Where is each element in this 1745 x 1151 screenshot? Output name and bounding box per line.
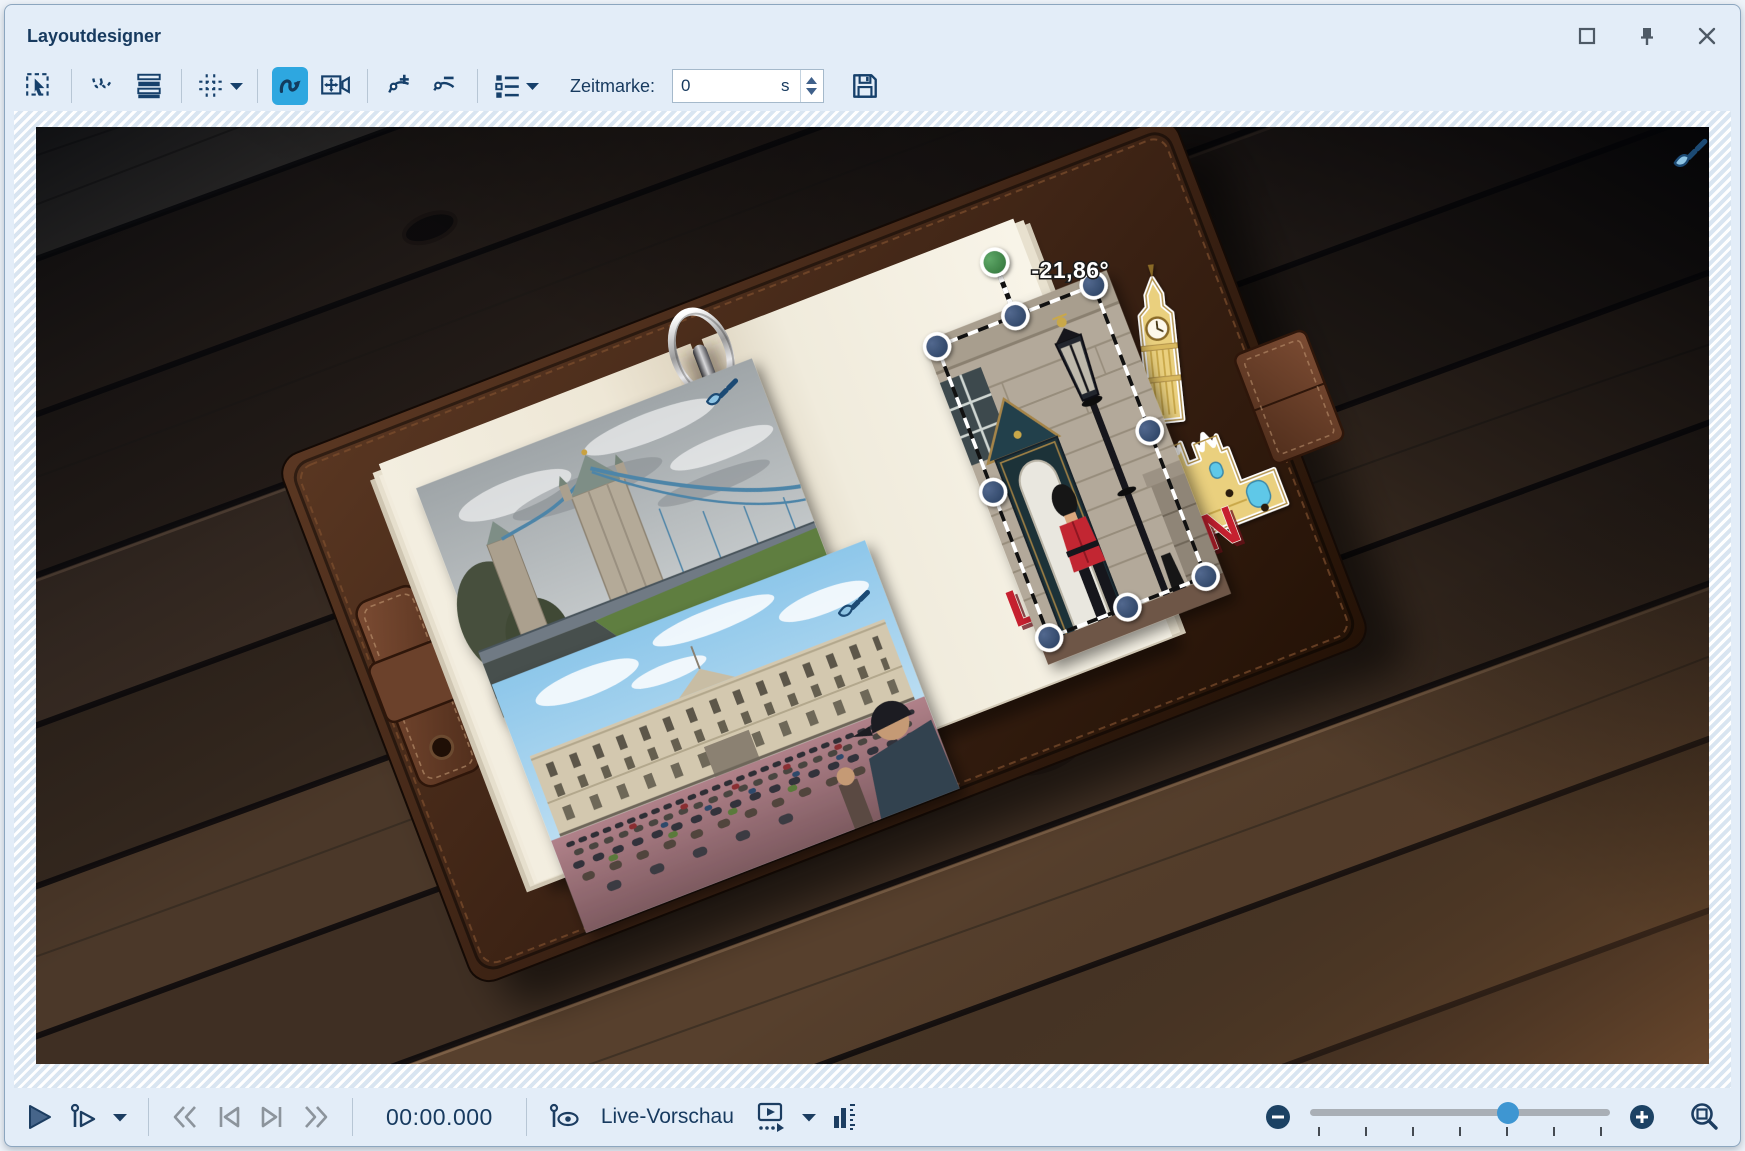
zeitmarke-label: Zeitmarke: [570,76,655,97]
add-curve-point-button[interactable] [382,67,418,105]
rotation-angle-label: -21,86° [1031,257,1109,283]
chevron-down-icon [802,1113,816,1122]
select-tool-button[interactable] [21,67,57,105]
live-preview-pin-eye-icon [548,1103,580,1131]
play-from-timemark-button[interactable] [68,1103,98,1131]
grid-tool-button[interactable] [196,67,243,105]
motion-path-icon [275,71,305,101]
save-icon [850,71,880,101]
zeitmarke-input[interactable] [673,70,781,102]
transport-separator [148,1098,149,1136]
pin-icon [1636,25,1658,47]
skip-to-end-icon [301,1103,331,1131]
toolbar: Zeitmarke: s [5,61,1740,111]
grid-icon [196,71,226,101]
select-tool-icon [24,71,54,101]
play-options-dropdown[interactable] [113,1113,127,1122]
pin-button[interactable] [1634,23,1660,49]
save-button[interactable] [847,67,883,105]
path-edit-tool-button[interactable] [86,67,122,105]
zoom-out-button[interactable] [1264,1103,1292,1131]
toolbar-separator [367,69,368,103]
window-title: Layoutdesigner [27,26,161,47]
chevron-down-icon [113,1113,127,1122]
toolbar-separator [181,69,182,103]
chevron-down-icon [526,82,539,91]
add-curve-point-icon [385,71,415,101]
layer-rows-tool-button[interactable] [131,67,167,105]
transport-separator [526,1098,527,1136]
layout-canvas[interactable]: LONDON LONDON [36,127,1709,1064]
skip-to-start-icon [170,1103,200,1131]
zoom-slider-track[interactable] [1310,1109,1610,1116]
render-preview-icon [755,1102,787,1132]
play-button[interactable] [25,1103,53,1131]
path-edit-icon [89,71,119,101]
motion-path-tool-button[interactable] [272,67,308,105]
zoom-fit-button[interactable] [1688,1101,1720,1133]
titlebar: Layoutdesigner [5,5,1740,61]
zoom-out-icon [1264,1103,1292,1131]
skip-to-start-button[interactable] [170,1103,200,1131]
toolbar-separator [71,69,72,103]
chevron-down-icon [230,82,243,91]
previous-frame-button[interactable] [215,1103,243,1131]
transport-separator [352,1098,353,1136]
zoom-in-button[interactable] [1628,1103,1656,1131]
next-frame-button[interactable] [258,1103,286,1131]
zeitmarke-spinner[interactable] [800,70,823,102]
audio-levels-icon [831,1102,857,1132]
zoom-slider[interactable] [1310,1098,1610,1136]
camera-pan-tool-button[interactable] [317,67,353,105]
maximize-button[interactable] [1574,23,1600,49]
close-icon [1696,25,1718,47]
brush-canvas-corner-icon [1669,135,1709,171]
play-icon [25,1103,53,1131]
render-preview-button[interactable] [755,1102,787,1132]
layoutdesigner-window: Layoutdesigner [4,4,1741,1147]
zeitmarke-unit: s [781,70,800,102]
canvas-frame: LONDON LONDON [14,111,1731,1088]
close-button[interactable] [1694,23,1720,49]
keyframe-list-button[interactable] [492,67,539,105]
maximize-icon [1576,25,1598,47]
live-preview-toggle[interactable] [548,1103,580,1131]
remove-curve-point-icon [430,71,460,101]
play-from-timemark-icon [68,1103,98,1131]
zoom-slider-thumb[interactable] [1497,1102,1519,1124]
keyframe-list-icon [492,71,522,101]
spinner-down-icon[interactable] [806,88,817,95]
zoom-fit-icon [1688,1101,1720,1133]
zoom-slider-ticks [1318,1127,1602,1136]
skip-to-end-button[interactable] [301,1103,331,1131]
zoom-in-icon [1628,1103,1656,1131]
camera-pan-icon [319,71,351,101]
spinner-up-icon[interactable] [806,77,817,84]
render-preview-dropdown[interactable] [802,1113,816,1122]
zoom-controls [1264,1098,1720,1136]
toolbar-separator [477,69,478,103]
live-preview-label: Live-Vorschau [601,1105,734,1129]
previous-frame-icon [215,1103,243,1131]
transport-bar: 00:00.000 Live-Vorschau [5,1088,1740,1146]
audio-levels-button[interactable] [831,1102,857,1132]
remove-curve-point-button[interactable] [427,67,463,105]
toolbar-separator [257,69,258,103]
layer-rows-icon [134,71,164,101]
next-frame-icon [258,1103,286,1131]
zeitmarke-field: s [672,69,824,103]
scene-svg[interactable]: LONDON LONDON [36,127,1709,1064]
time-display: 00:00.000 [386,1104,493,1131]
